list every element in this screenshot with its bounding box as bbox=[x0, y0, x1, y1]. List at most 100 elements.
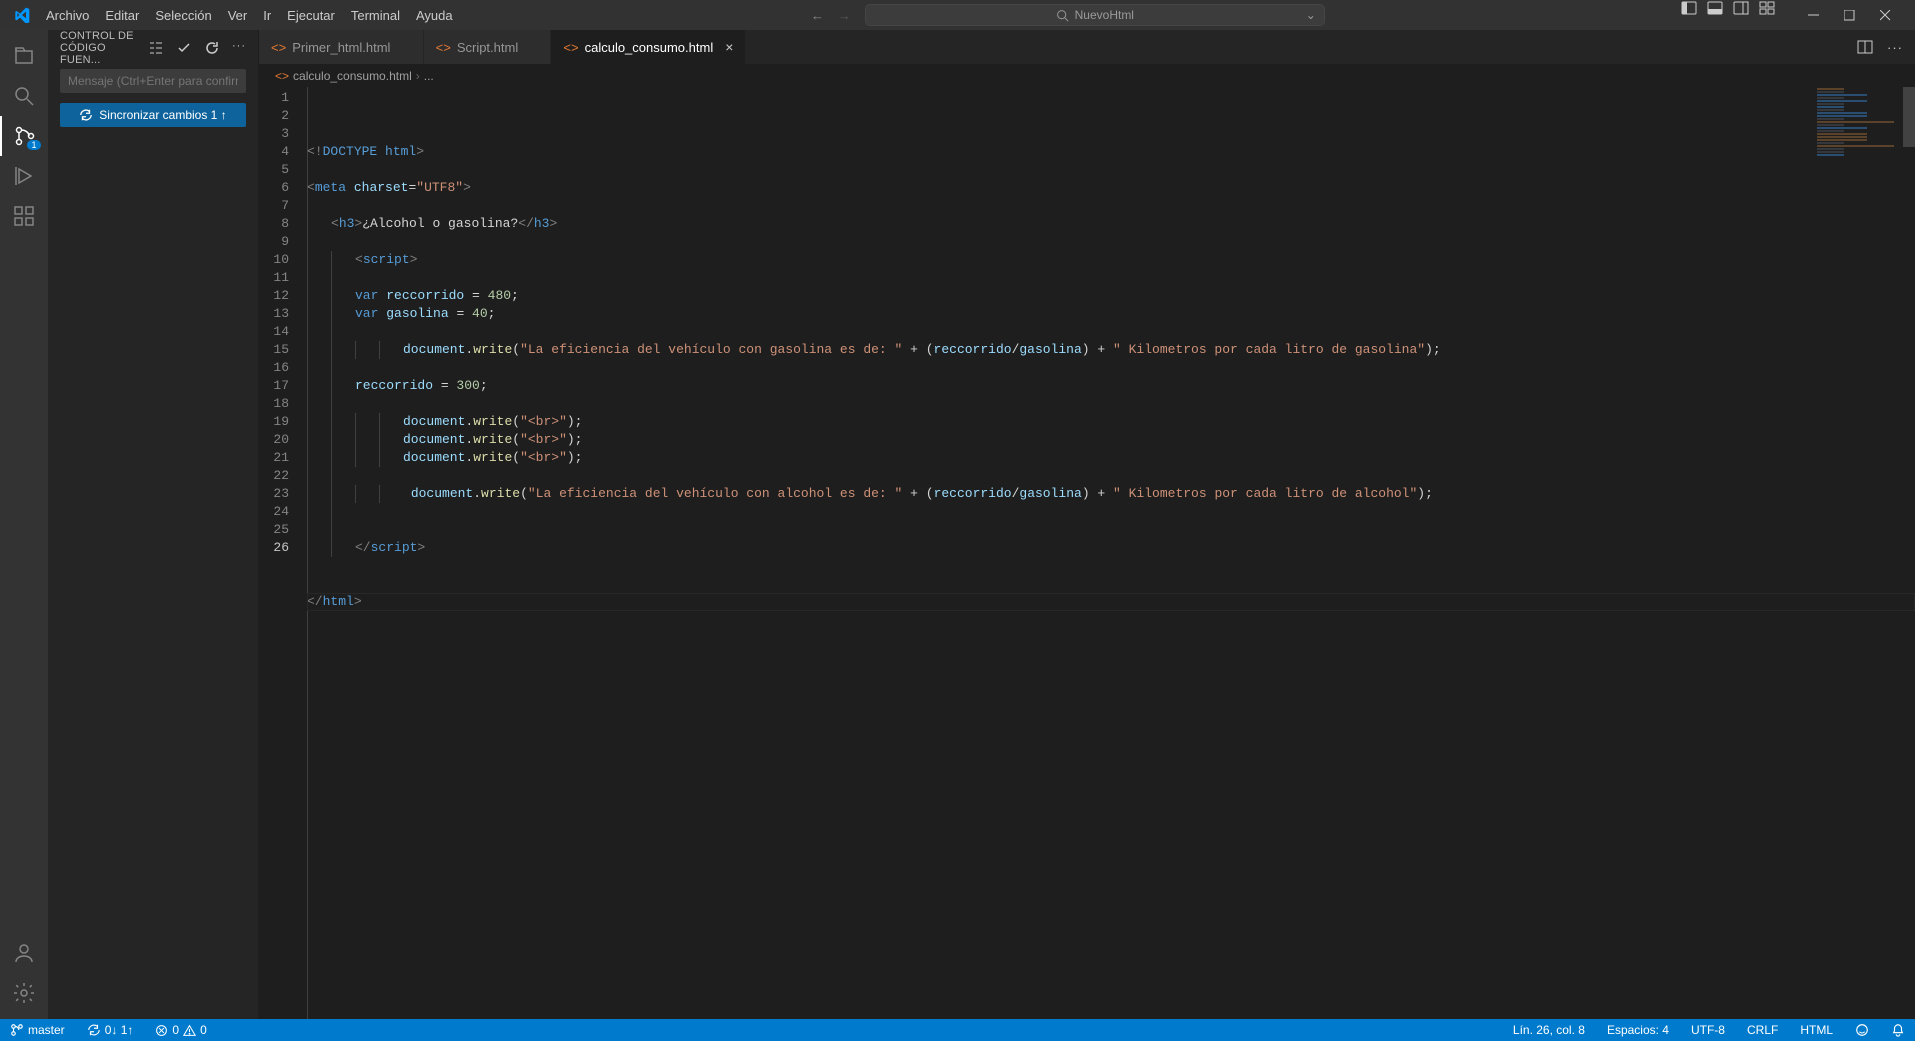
status-warnings-count: 0 bbox=[200, 1023, 207, 1037]
code-line[interactable] bbox=[307, 521, 1915, 539]
window-minimize-button[interactable] bbox=[1795, 0, 1831, 30]
view-as-tree-icon[interactable] bbox=[148, 40, 164, 56]
toggle-primary-sidebar-icon[interactable] bbox=[1681, 0, 1697, 16]
code-line[interactable] bbox=[307, 197, 1915, 215]
code-line[interactable]: document.write("<br>"); bbox=[307, 449, 1915, 467]
command-center-text: NuevoHtml bbox=[1075, 8, 1134, 22]
nav-forward-icon[interactable]: → bbox=[838, 8, 851, 23]
vertical-scrollbar[interactable] bbox=[1903, 87, 1915, 1019]
status-encoding[interactable]: UTF-8 bbox=[1687, 1023, 1729, 1037]
activity-accounts[interactable] bbox=[0, 933, 48, 973]
status-notifications[interactable] bbox=[1887, 1023, 1909, 1037]
layout-controls bbox=[1681, 0, 1775, 30]
line-number: 22 bbox=[259, 467, 289, 485]
code-line[interactable]: <!DOCTYPE html> bbox=[307, 143, 1915, 161]
code-line[interactable] bbox=[307, 575, 1915, 593]
toggle-secondary-sidebar-icon[interactable] bbox=[1733, 0, 1749, 16]
breadcrumbs[interactable]: <> calculo_consumo.html › ... bbox=[259, 65, 1915, 87]
code-line[interactable]: <script> bbox=[307, 251, 1915, 269]
menu-ejecutar[interactable]: Ejecutar bbox=[279, 4, 343, 27]
code-line[interactable]: <meta charset="UTF8"> bbox=[307, 179, 1915, 197]
code-line[interactable] bbox=[307, 323, 1915, 341]
menu-ver[interactable]: Ver bbox=[220, 4, 256, 27]
code-line[interactable]: <h3>¿Alcohol o gasolina?</h3> bbox=[307, 215, 1915, 233]
line-number: 9 bbox=[259, 233, 289, 251]
status-branch[interactable]: master bbox=[6, 1023, 69, 1037]
minimap[interactable] bbox=[1813, 87, 1903, 207]
status-indentation[interactable]: Espacios: 4 bbox=[1603, 1023, 1673, 1037]
more-actions-icon[interactable]: ··· bbox=[232, 40, 246, 56]
scrollbar-thumb[interactable] bbox=[1903, 87, 1915, 147]
window-close-button[interactable] bbox=[1867, 0, 1903, 30]
code-line[interactable]: document.write("La eficiencia del vehícu… bbox=[307, 485, 1915, 503]
menubar: ArchivoEditarSelecciónVerIrEjecutarTermi… bbox=[38, 4, 461, 27]
menu-editar[interactable]: Editar bbox=[97, 4, 147, 27]
code-line[interactable] bbox=[307, 161, 1915, 179]
activity-bar: 1 bbox=[0, 30, 48, 1019]
menu-selección[interactable]: Selección bbox=[147, 4, 219, 27]
status-problems[interactable]: 0 0 bbox=[151, 1023, 210, 1037]
activity-scm[interactable]: 1 bbox=[0, 116, 48, 156]
code-line[interactable]: var gasolina = 40; bbox=[307, 305, 1915, 323]
tab-more-icon[interactable]: ··· bbox=[1887, 40, 1903, 55]
menu-ir[interactable]: Ir bbox=[255, 4, 279, 27]
line-number: 10 bbox=[259, 251, 289, 269]
activity-debug[interactable] bbox=[0, 156, 48, 196]
error-icon bbox=[155, 1024, 168, 1037]
command-center[interactable]: NuevoHtml ⌄ bbox=[865, 4, 1325, 26]
code-line[interactable]: </html> bbox=[307, 593, 1915, 611]
bell-icon bbox=[1891, 1023, 1905, 1037]
code-line[interactable] bbox=[307, 395, 1915, 413]
line-number: 16 bbox=[259, 359, 289, 377]
tab-close-icon[interactable]: × bbox=[725, 39, 733, 55]
status-cursor-position[interactable]: Lín. 26, col. 8 bbox=[1509, 1023, 1589, 1037]
code-line[interactable]: reccorrido = 300; bbox=[307, 377, 1915, 395]
status-feedback[interactable] bbox=[1851, 1023, 1873, 1037]
code-line[interactable]: document.write("<br>"); bbox=[307, 413, 1915, 431]
breadcrumb-sep: › bbox=[416, 69, 420, 83]
menu-archivo[interactable]: Archivo bbox=[38, 4, 97, 27]
activity-extensions[interactable] bbox=[0, 196, 48, 236]
line-number: 3 bbox=[259, 125, 289, 143]
activity-explorer[interactable] bbox=[0, 36, 48, 76]
sync-icon bbox=[79, 108, 93, 122]
line-number: 2 bbox=[259, 107, 289, 125]
code-line[interactable] bbox=[307, 503, 1915, 521]
tab-primer_html-html[interactable]: <>Primer_html.html× bbox=[259, 30, 424, 64]
code-line[interactable]: document.write("La eficiencia del vehícu… bbox=[307, 341, 1915, 359]
scm-sync-button[interactable]: Sincronizar cambios 1 ↑ bbox=[60, 103, 246, 127]
tab-label: calculo_consumo.html bbox=[585, 40, 714, 55]
tab-script-html[interactable]: <>Script.html× bbox=[424, 30, 552, 64]
line-number: 12 bbox=[259, 287, 289, 305]
tab-calculo_consumo-html[interactable]: <>calculo_consumo.html× bbox=[551, 30, 746, 64]
html-file-icon: <> bbox=[271, 40, 286, 55]
menu-ayuda[interactable]: Ayuda bbox=[408, 4, 461, 27]
commit-check-icon[interactable] bbox=[176, 40, 192, 56]
code-line[interactable] bbox=[307, 467, 1915, 485]
code-line[interactable] bbox=[307, 557, 1915, 575]
code-line[interactable]: </script> bbox=[307, 539, 1915, 557]
code-line[interactable] bbox=[307, 269, 1915, 287]
status-eol[interactable]: CRLF bbox=[1743, 1023, 1782, 1037]
code-content[interactable]: <!DOCTYPE html> <meta charset="UTF8"> <h3>… bbox=[307, 87, 1915, 1019]
scm-commit-message-input[interactable] bbox=[60, 69, 246, 93]
titlebar: ArchivoEditarSelecciónVerIrEjecutarTermi… bbox=[0, 0, 1915, 30]
nav-back-icon[interactable]: ← bbox=[811, 8, 824, 23]
menu-terminal[interactable]: Terminal bbox=[343, 4, 408, 27]
toggle-panel-icon[interactable] bbox=[1707, 0, 1723, 16]
activity-search[interactable] bbox=[0, 76, 48, 116]
status-bar: master 0↓ 1↑ 0 0 Lín. 26, col. 8 Espacio… bbox=[0, 1019, 1915, 1041]
status-language[interactable]: HTML bbox=[1796, 1023, 1837, 1037]
split-editor-icon[interactable] bbox=[1857, 39, 1873, 55]
activity-settings[interactable] bbox=[0, 973, 48, 1013]
status-sync[interactable]: 0↓ 1↑ bbox=[83, 1023, 138, 1037]
customize-layout-icon[interactable] bbox=[1759, 0, 1775, 16]
window-maximize-button[interactable] bbox=[1831, 0, 1867, 30]
code-editor[interactable]: 1234567891011121314151617181920212223242… bbox=[259, 87, 1915, 1019]
code-line[interactable]: var reccorrido = 480; bbox=[307, 287, 1915, 305]
code-line[interactable] bbox=[307, 233, 1915, 251]
line-number: 24 bbox=[259, 503, 289, 521]
refresh-icon[interactable] bbox=[204, 40, 220, 56]
code-line[interactable] bbox=[307, 359, 1915, 377]
code-line[interactable]: document.write("<br>"); bbox=[307, 431, 1915, 449]
